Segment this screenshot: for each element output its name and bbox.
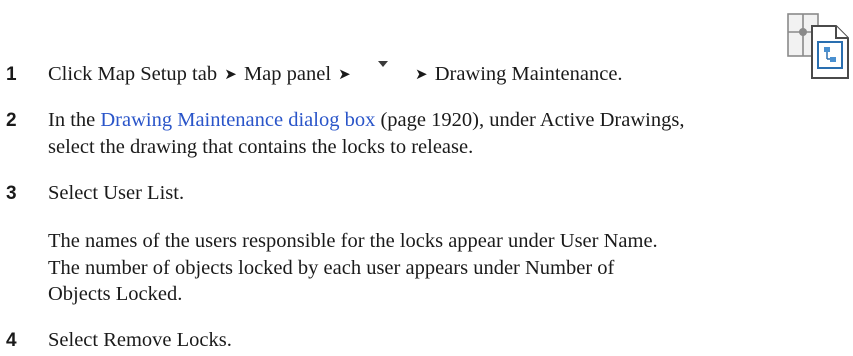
page-reference: (page 1920), under Active Drawings, — [380, 109, 685, 131]
step-text-continued: select the drawing that contains the loc… — [48, 136, 474, 158]
description-line: Objects Locked. — [48, 283, 183, 305]
step-text-segment: Click Map Setup tab — [48, 63, 218, 85]
drawing-maintenance-icon — [787, 13, 849, 79]
description-line: The number of objects locked by each use… — [48, 256, 615, 279]
step-number: 2 — [6, 110, 17, 131]
step-text: Select User List. — [48, 182, 185, 204]
step-number: 1 — [6, 64, 17, 85]
step-text: Click Map Setup tab ➤ Map panel ➤ ➤ Draw… — [48, 60, 843, 90]
step-number: 4 — [6, 330, 17, 351]
dropdown-arrow-icon — [364, 60, 402, 82]
menu-arrow-icon: ➤ — [224, 65, 237, 83]
menu-arrow-icon: ➤ — [338, 65, 351, 83]
step-number: 3 — [6, 183, 17, 204]
step-text: In the Drawing Maintenance dialog box (p… — [48, 106, 843, 135]
menu-arrow-icon: ➤ — [415, 65, 428, 83]
step-text-segment: Map panel — [243, 63, 332, 85]
step-text-segment: Drawing Maintenance. — [434, 63, 623, 85]
step-3-description: The names of the users responsible for t… — [48, 228, 838, 308]
dialog-box-link[interactable]: Drawing Maintenance dialog box — [100, 109, 375, 131]
step-text-prefix: In the — [48, 109, 96, 131]
description-line: The names of the users responsible for t… — [48, 230, 658, 252]
step-text: Select Remove Locks. — [48, 329, 232, 351]
